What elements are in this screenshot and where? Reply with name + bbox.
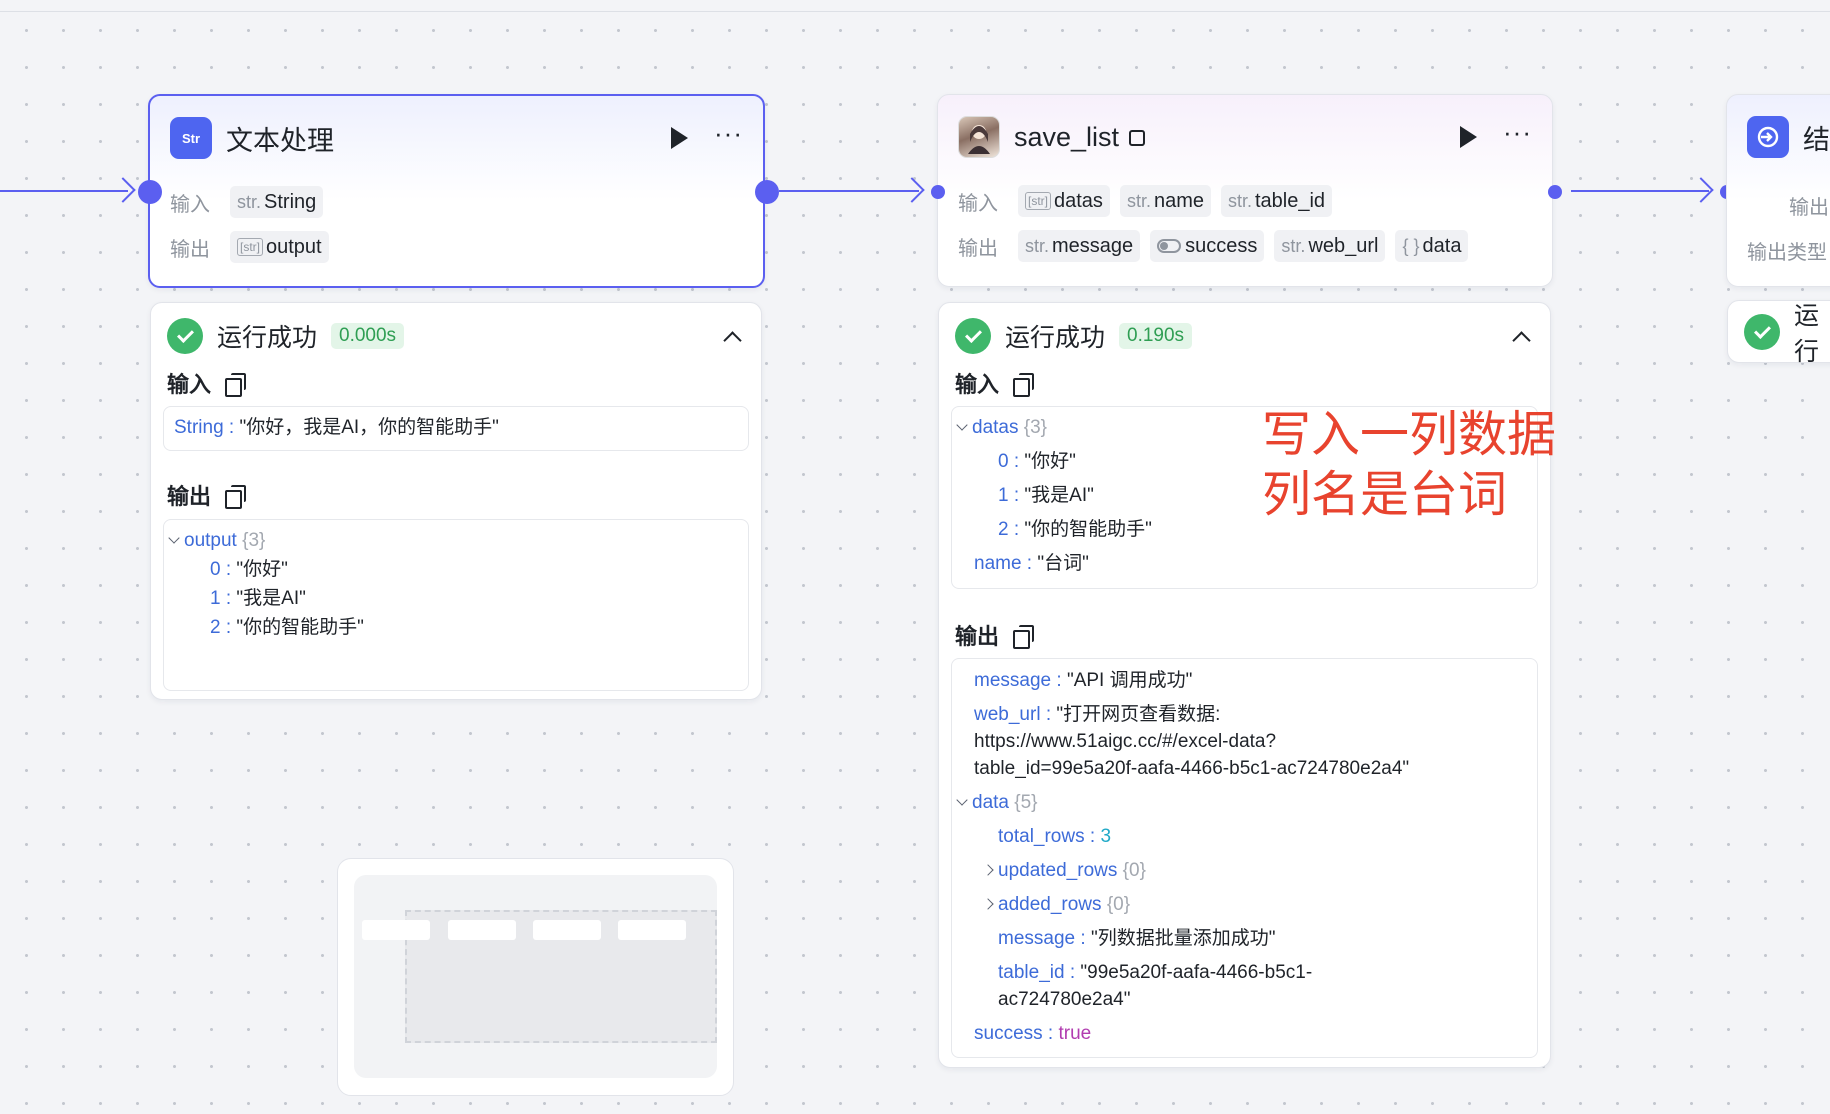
check-circle-icon bbox=[167, 318, 203, 354]
copy-icon[interactable] bbox=[225, 373, 247, 397]
json-line: message : "API 调用成功" bbox=[974, 670, 1193, 691]
minimap-node bbox=[533, 920, 601, 940]
annotation-line-2: 列名是台词 bbox=[1262, 466, 1508, 523]
json-line: web_url : "打开网页查看数据: bbox=[974, 704, 1221, 725]
annotation-line-1: 写入一列数据 bbox=[1262, 406, 1557, 463]
more-icon[interactable]: ··· bbox=[714, 120, 743, 146]
copy-icon[interactable] bbox=[225, 485, 247, 509]
node-title: 结 bbox=[1803, 124, 1830, 155]
play-icon[interactable] bbox=[1460, 126, 1478, 148]
json-line: 2 : "你的智能助手" bbox=[210, 617, 364, 638]
minimap-node bbox=[448, 920, 516, 940]
output-label: 输出 bbox=[1789, 197, 1829, 219]
port-out-save-list[interactable] bbox=[1548, 185, 1562, 199]
input-tag-datas: [str] datas bbox=[1018, 185, 1110, 217]
run-result-end: 运行 bbox=[1727, 300, 1830, 366]
input-label: 输入 bbox=[958, 192, 998, 215]
output-tag-success: success bbox=[1150, 230, 1265, 262]
copy-icon[interactable] bbox=[1013, 373, 1035, 397]
node-save-list[interactable]: save_list ··· 输入 [str] datas str. name str… bbox=[937, 94, 1553, 287]
copy-icon[interactable] bbox=[1013, 625, 1035, 649]
json-tree-added-rows[interactable]: added_rows {0} bbox=[958, 891, 1537, 918]
json-line: 0 : "你好" bbox=[210, 559, 288, 580]
node-title: 文本处理 bbox=[226, 125, 334, 156]
output-type-label: 输出类型 bbox=[1747, 242, 1827, 264]
run-status-text: 运行 bbox=[1794, 302, 1820, 366]
str-icon: Str bbox=[170, 117, 212, 159]
edge-text-to-save-arrow bbox=[899, 177, 925, 203]
run-result-text-process: 运行成功 0.000s 输入 String : "你好，我是AI，你的智能助手"… bbox=[150, 302, 762, 700]
run-status-text: 运行成功 bbox=[217, 324, 318, 352]
run-output-title: 输出 bbox=[167, 484, 212, 509]
json-line: name : "台词" bbox=[974, 553, 1089, 574]
chevron-up-icon[interactable] bbox=[723, 330, 742, 350]
toggle-icon bbox=[1157, 239, 1182, 253]
node-title: save_list bbox=[1014, 121, 1120, 152]
input-tag-table-id: str. table_id bbox=[1220, 185, 1333, 217]
json-tree-data[interactable]: data {5} bbox=[956, 789, 1537, 816]
run-status-text: 运行成功 bbox=[1005, 324, 1106, 352]
json-line: ac724780e2a4" bbox=[998, 989, 1131, 1010]
canvas-top-border bbox=[0, 0, 1830, 12]
input-tag-string: str. String bbox=[230, 186, 324, 218]
json-tree-updated-rows[interactable]: updated_rows {0} bbox=[958, 857, 1537, 884]
json-line: total_rows : 3 bbox=[998, 826, 1112, 847]
port-in-text-process[interactable] bbox=[138, 180, 162, 204]
json-line: table_id=99e5a20f-aafa-4466-b5c1-ac72478… bbox=[974, 758, 1410, 779]
caret-right-icon[interactable] bbox=[982, 864, 994, 876]
run-input-title: 输入 bbox=[955, 372, 1000, 397]
output-tag-message: str. message bbox=[1018, 230, 1141, 262]
exit-icon bbox=[1747, 116, 1789, 158]
avatar bbox=[958, 116, 1000, 158]
output-label: 输出 bbox=[958, 237, 998, 260]
run-output-title: 输出 bbox=[955, 624, 1000, 649]
caret-right-icon[interactable] bbox=[982, 898, 994, 910]
output-tag-data: { } data bbox=[1395, 230, 1469, 262]
node-end[interactable]: 结 输出 输出类型 bbox=[1726, 94, 1830, 287]
check-circle-icon bbox=[955, 318, 991, 354]
json-line: table_id : "99e5a20f-aafa-4466-b5c1- bbox=[998, 962, 1313, 983]
json-tree-output[interactable]: output {3} bbox=[168, 526, 748, 555]
run-input-title: 输入 bbox=[167, 372, 212, 397]
chevron-up-icon[interactable] bbox=[1512, 330, 1531, 350]
edge-save-to-end-arrow bbox=[1688, 177, 1714, 203]
annotation-note: 写入一列数据 列名是台词 bbox=[1262, 405, 1556, 525]
edge-incoming bbox=[0, 190, 128, 192]
json-line: message : "列数据批量添加成功" bbox=[998, 928, 1276, 949]
edge-incoming-arrow bbox=[110, 177, 136, 203]
run-time-badge: 0.190s bbox=[1119, 323, 1193, 349]
output-label: 输出 bbox=[170, 238, 210, 261]
json-line: https://www.51aigc.cc/#/excel-data? bbox=[974, 731, 1277, 752]
db-icon bbox=[1129, 130, 1146, 146]
input-label: 输入 bbox=[170, 193, 210, 216]
json-line: success : true bbox=[974, 1023, 1092, 1044]
json-line: 1 : "我是AI" bbox=[210, 588, 306, 609]
node-text-process[interactable]: Str 文本处理 ··· 输入 str. String 输出 [str] outpu… bbox=[148, 94, 765, 288]
caret-down-icon[interactable] bbox=[956, 419, 968, 431]
port-in-save-list[interactable] bbox=[931, 185, 945, 199]
input-tag-name: str. name bbox=[1119, 185, 1211, 217]
minimap-node bbox=[618, 920, 686, 940]
check-circle-icon bbox=[1744, 314, 1780, 350]
port-out-text-process[interactable] bbox=[755, 180, 779, 204]
edge-text-to-save bbox=[779, 190, 919, 192]
json-line: String : "你好，我是AI，你的智能助手" bbox=[174, 417, 499, 438]
more-icon[interactable]: ··· bbox=[1503, 119, 1532, 145]
output-tag-web-url: str. web_url bbox=[1274, 230, 1386, 262]
caret-down-icon[interactable] bbox=[956, 794, 968, 806]
minimap-node bbox=[362, 920, 430, 940]
caret-down-icon[interactable] bbox=[168, 532, 180, 544]
play-icon[interactable] bbox=[671, 127, 689, 149]
output-tag-output: [str] output bbox=[230, 231, 329, 263]
run-time-badge: 0.000s bbox=[331, 323, 405, 349]
